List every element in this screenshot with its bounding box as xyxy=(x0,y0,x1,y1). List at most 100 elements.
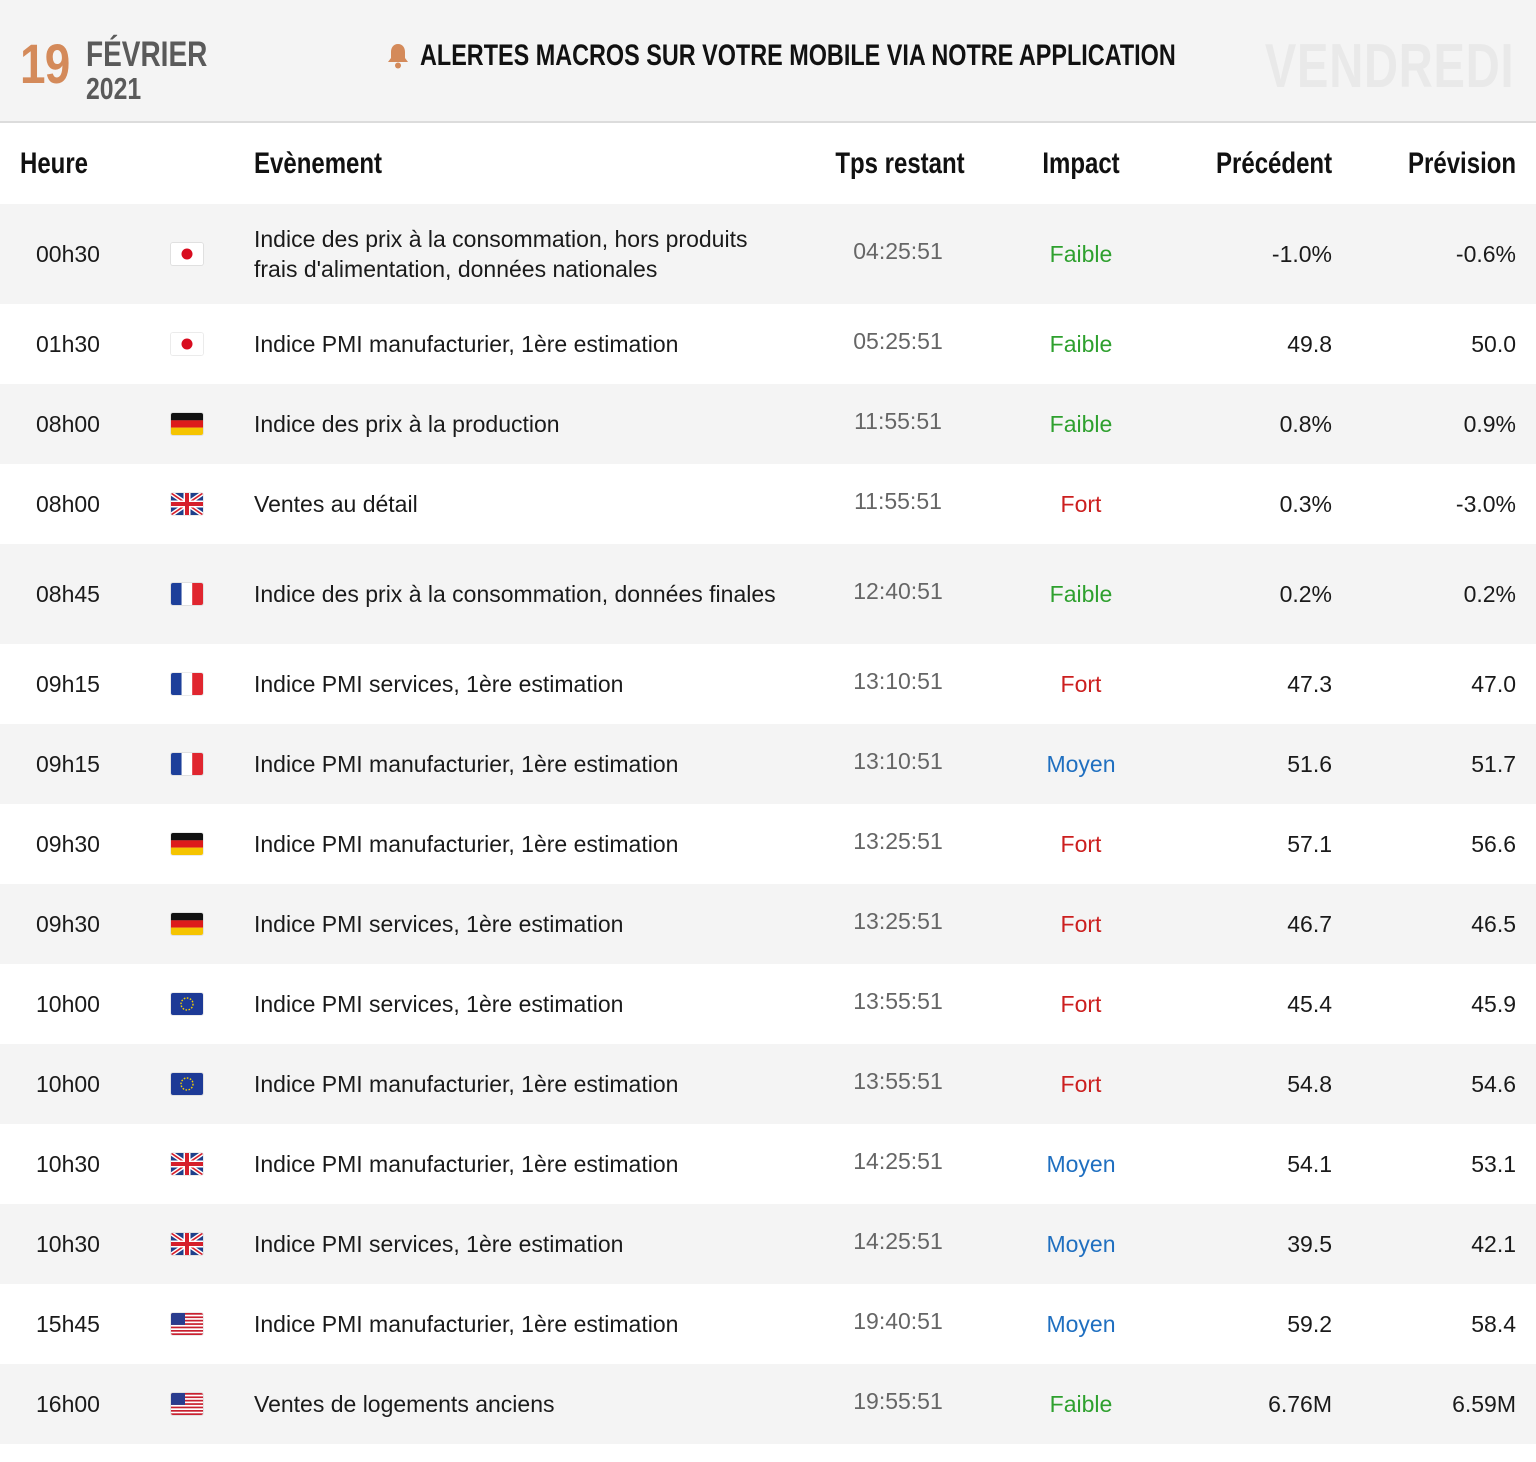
time-remaining: 14:25:51 xyxy=(853,1227,943,1254)
event-name[interactable]: Indice PMI services, 1ère estimation xyxy=(254,964,794,1044)
table-row[interactable]: 08h00 Indice des prix à la production 11:5… xyxy=(0,384,1536,464)
impact-level: Moyen xyxy=(1046,1230,1116,1257)
table-row[interactable]: 09h15 Indice PMI services, 1ère estimatio… xyxy=(0,644,1536,724)
event-name[interactable]: Indice PMI manufacturier, 1ère estimatio… xyxy=(254,304,794,384)
event-name-text[interactable]: Indice PMI manufacturier, 1ère estimatio… xyxy=(254,1309,678,1339)
table-row[interactable]: 16h00 Ventes de logements anciens 19:55:51… xyxy=(0,1364,1536,1444)
uk-flag-icon xyxy=(171,464,203,544)
eu-flag-icon xyxy=(171,964,203,1044)
column-header-forecast[interactable]: Prévision xyxy=(1408,123,1516,204)
impact-level: Fort xyxy=(1060,830,1102,857)
event-name-text[interactable]: Indice PMI manufacturier, 1ère estimatio… xyxy=(254,1149,678,1179)
event-name[interactable]: Indice PMI services, 1ère estimation xyxy=(254,644,794,724)
france-flag-icon xyxy=(171,644,203,724)
table-row[interactable]: 08h45 Indice des prix à la consommation, … xyxy=(0,544,1536,644)
germany-flag-icon xyxy=(171,804,203,884)
previous-value: 0.8% xyxy=(1279,410,1332,437)
event-time: 10h00 xyxy=(36,990,100,1017)
event-name[interactable]: Indice des prix à la production xyxy=(254,384,794,464)
forecast-value: 0.2% xyxy=(1463,580,1516,607)
forecast-value: 6.59M xyxy=(1452,1390,1516,1417)
uk-flag-icon xyxy=(171,1204,203,1284)
event-name-text[interactable]: Indice des prix à la production xyxy=(254,409,560,439)
germany-flag-icon xyxy=(171,884,203,964)
event-name[interactable]: Indice PMI manufacturier, 1ère estimatio… xyxy=(254,1044,794,1124)
forecast-value: 53.1 xyxy=(1471,1150,1516,1177)
table-row[interactable]: 09h30 Indice PMI manufacturier, 1ère esti… xyxy=(0,804,1536,884)
impact-level: Faible xyxy=(1049,1390,1113,1417)
previous-value: 39.5 xyxy=(1287,1230,1332,1257)
forecast-value: -3.0% xyxy=(1455,490,1516,517)
event-name-text[interactable]: Ventes au détail xyxy=(254,489,418,519)
previous-value: -1.0% xyxy=(1271,240,1332,267)
event-name-text[interactable]: Indice PMI manufacturier, 1ère estimatio… xyxy=(254,749,678,779)
event-name[interactable]: Indice PMI manufacturier, 1ère estimatio… xyxy=(254,1124,794,1204)
event-name-text[interactable]: Indice PMI services, 1ère estimation xyxy=(254,989,623,1019)
column-header-impact[interactable]: Impact xyxy=(1001,123,1161,204)
event-time: 10h00 xyxy=(36,1070,100,1097)
event-time: 09h30 xyxy=(36,830,100,857)
time-remaining: 11:55:51 xyxy=(854,487,942,514)
table-row[interactable]: 00h30 Indice des prix à la consommation, … xyxy=(0,204,1536,304)
table-row[interactable]: 01h30 Indice PMI manufacturier, 1ère esti… xyxy=(0,304,1536,384)
event-name-text[interactable]: Indice PMI manufacturier, 1ère estimatio… xyxy=(254,329,678,359)
usa-flag-icon xyxy=(171,1284,203,1364)
impact-level: Moyen xyxy=(1046,750,1116,777)
time-remaining: 13:25:51 xyxy=(853,827,943,854)
mobile-alerts-link[interactable]: ALERTES MACROS SUR VOTRE MOBILE VIA NOTR… xyxy=(386,38,1389,74)
table-row[interactable]: 10h30 Indice PMI manufacturier, 1ère esti… xyxy=(0,1124,1536,1204)
event-name-text[interactable]: Ventes de logements anciens xyxy=(254,1389,554,1419)
time-remaining: 13:55:51 xyxy=(853,1067,943,1094)
date-banner: 19 FÉVRIER 2021 ALERTES MACROS SUR VOTRE… xyxy=(0,0,1536,123)
impact-level: Fort xyxy=(1060,490,1102,517)
table-row[interactable]: 10h30 Indice PMI services, 1ère estimatio… xyxy=(0,1204,1536,1284)
table-row[interactable]: 10h00 Indice PMI manufacturier, 1ère esti… xyxy=(0,1044,1536,1124)
event-name-text[interactable]: Indice PMI manufacturier, 1ère estimatio… xyxy=(254,829,678,859)
event-name[interactable]: Indice PMI manufacturier, 1ère estimatio… xyxy=(254,804,794,884)
event-name-text[interactable]: Indice PMI services, 1ère estimation xyxy=(254,669,623,699)
column-header-event[interactable]: Evènement xyxy=(254,123,382,204)
previous-value: 47.3 xyxy=(1287,670,1332,697)
previous-value: 59.2 xyxy=(1287,1310,1332,1337)
germany-flag-icon xyxy=(171,384,203,464)
table-row[interactable]: 10h00 Indice PMI services, 1ère estimatio… xyxy=(0,964,1536,1044)
event-time: 10h30 xyxy=(36,1150,100,1177)
previous-value: 57.1 xyxy=(1287,830,1332,857)
event-name[interactable]: Indice PMI services, 1ère estimation xyxy=(254,884,794,964)
france-flag-icon xyxy=(171,544,203,644)
day-number: 19 xyxy=(20,32,70,95)
event-name-text[interactable]: Indice des prix à la consommation, donné… xyxy=(254,579,776,609)
event-name[interactable]: Indice PMI services, 1ère estimation xyxy=(254,1204,794,1284)
event-name-text[interactable]: Indice PMI services, 1ère estimation xyxy=(254,909,623,939)
column-header-remaining[interactable]: Tps restant xyxy=(820,123,980,204)
event-name-text[interactable]: Indice PMI services, 1ère estimation xyxy=(254,1229,623,1259)
time-remaining: 14:25:51 xyxy=(853,1147,943,1174)
forecast-value: 51.7 xyxy=(1471,750,1516,777)
column-header-time[interactable]: Heure xyxy=(20,123,88,204)
table-row[interactable]: 09h15 Indice PMI manufacturier, 1ère esti… xyxy=(0,724,1536,804)
event-name[interactable]: Ventes au détail xyxy=(254,464,794,544)
year-label: 2021 xyxy=(86,71,142,106)
table-row[interactable]: 09h30 Indice PMI services, 1ère estimatio… xyxy=(0,884,1536,964)
impact-level: Faible xyxy=(1049,330,1113,357)
table-row[interactable]: 15h45 Indice PMI manufacturier, 1ère esti… xyxy=(0,1284,1536,1364)
event-name[interactable]: Indice des prix à la consommation, donné… xyxy=(254,544,794,644)
event-name[interactable]: Indice des prix à la consommation, hors … xyxy=(254,204,794,304)
time-remaining: 19:40:51 xyxy=(853,1307,943,1334)
event-name[interactable]: Indice PMI manufacturier, 1ère estimatio… xyxy=(254,724,794,804)
usa-flag-icon xyxy=(171,1364,203,1444)
event-time: 08h00 xyxy=(36,410,100,437)
event-name-text[interactable]: Indice des prix à la consommation, hors … xyxy=(254,224,794,284)
column-header-previous[interactable]: Précédent xyxy=(1216,123,1332,204)
mobile-alerts-text[interactable]: ALERTES MACROS SUR VOTRE MOBILE VIA NOTR… xyxy=(420,39,1176,73)
event-name[interactable]: Indice PMI manufacturier, 1ère estimatio… xyxy=(254,1284,794,1364)
event-time: 15h45 xyxy=(36,1310,100,1337)
forecast-value: 50.0 xyxy=(1471,330,1516,357)
forecast-value: 42.1 xyxy=(1471,1230,1516,1257)
table-row[interactable]: 08h00 Ventes au détail 11:55:51 Fort 0.3% -3.… xyxy=(0,464,1536,544)
impact-level: Faible xyxy=(1049,580,1113,607)
event-name-text[interactable]: Indice PMI manufacturier, 1ère estimatio… xyxy=(254,1069,678,1099)
forecast-value: 58.4 xyxy=(1471,1310,1516,1337)
event-name[interactable]: Ventes de logements anciens xyxy=(254,1364,794,1444)
forecast-value: 45.9 xyxy=(1471,990,1516,1017)
